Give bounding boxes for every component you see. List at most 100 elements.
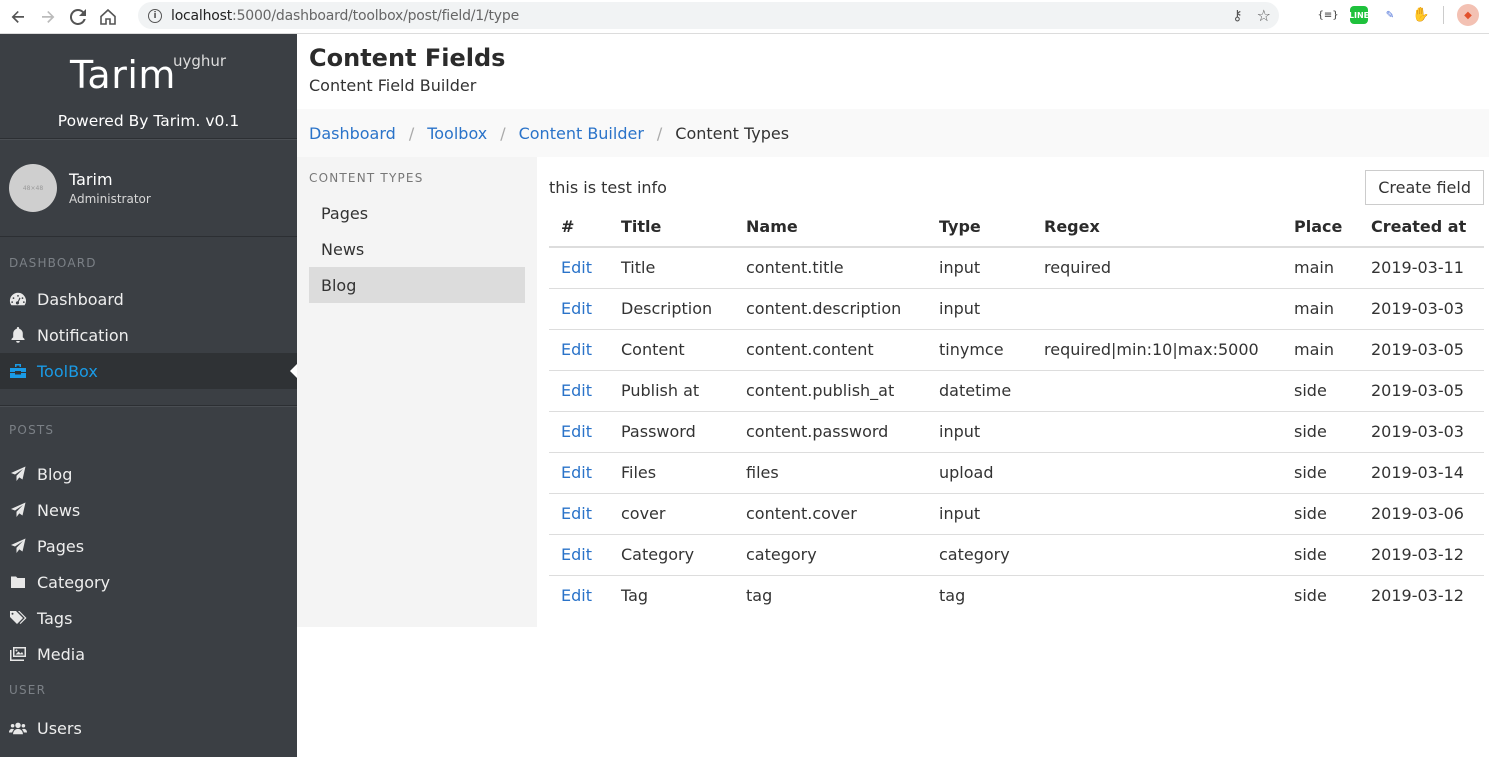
create-field-button[interactable]: Create field xyxy=(1365,169,1484,205)
sidebar-item-users[interactable]: Users xyxy=(0,710,297,746)
cell-actions: Edit xyxy=(549,534,609,576)
sidebar-item-tags[interactable]: Tags xyxy=(0,600,297,636)
home-button[interactable] xyxy=(96,5,120,29)
profile-avatar-icon[interactable]: ◆ xyxy=(1457,4,1479,26)
content-type-news[interactable]: News xyxy=(309,231,525,267)
cell-name: content.cover xyxy=(734,493,927,535)
sidebar-item-dashboard[interactable]: Dashboard xyxy=(0,281,297,317)
table-row: Edit Files files upload side 2019-03-14 xyxy=(549,452,1484,494)
eyedropper-extension-icon[interactable]: ✎ xyxy=(1381,6,1399,24)
back-button[interactable] xyxy=(6,5,30,29)
column-header-number: # xyxy=(549,207,609,248)
edit-link[interactable]: Edit xyxy=(561,545,592,564)
cell-place: side xyxy=(1282,493,1359,535)
edit-link[interactable]: Edit xyxy=(561,258,592,277)
line-extension-icon[interactable]: LINE xyxy=(1349,6,1369,24)
breadcrumb-separator: / xyxy=(500,123,506,143)
section-label-dashboard: DASHBOARD xyxy=(9,256,97,270)
cell-actions: Edit xyxy=(549,288,609,330)
sidebar-item-news[interactable]: News xyxy=(0,492,297,528)
cell-title: Category xyxy=(609,534,734,576)
cell-regex xyxy=(1032,452,1282,494)
sidebar-item-label: News xyxy=(37,500,81,520)
cell-name: content.title xyxy=(734,247,927,289)
cell-created-at: 2019-03-03 xyxy=(1359,411,1484,453)
sidebar-item-pages[interactable]: Pages xyxy=(0,528,297,564)
reload-button[interactable] xyxy=(66,5,90,29)
edit-link[interactable]: Edit xyxy=(561,422,592,441)
content-types-heading: CONTENT TYPES xyxy=(309,171,424,185)
column-header-created-at: Created at xyxy=(1359,207,1484,248)
fields-table: # Title Name Type Regex Place Created at… xyxy=(549,207,1484,616)
breadcrumb-dashboard[interactable]: Dashboard xyxy=(309,124,396,143)
edit-link[interactable]: Edit xyxy=(561,340,592,359)
powered-by-text: Powered By Tarim. v0.1 xyxy=(57,112,240,130)
cell-regex: required|min:10|max:5000 xyxy=(1032,329,1282,371)
content-type-pages[interactable]: Pages xyxy=(309,195,525,231)
url-host: localhost xyxy=(171,7,233,24)
cell-place: side xyxy=(1282,534,1359,576)
images-icon xyxy=(8,645,28,663)
edit-link[interactable]: Edit xyxy=(561,299,592,318)
cell-regex: required xyxy=(1032,247,1282,289)
json-extension-icon[interactable]: {≡} xyxy=(1317,6,1338,24)
sidebar-item-toolbox[interactable]: ToolBox xyxy=(0,353,297,389)
user-panel: 48×48 Tarim Administrator xyxy=(0,139,297,237)
paper-plane-icon xyxy=(8,501,28,519)
cell-type: input xyxy=(927,247,1032,289)
url-text: localhost:5000/dashboard/toolbox/post/fi… xyxy=(171,8,519,24)
edit-link[interactable]: Edit xyxy=(561,504,592,523)
cell-created-at: 2019-03-12 xyxy=(1359,534,1484,576)
sidebar-item-label: Notification xyxy=(37,325,129,345)
sidebar-item-label: Pages xyxy=(37,536,85,556)
breadcrumb-toolbox[interactable]: Toolbox xyxy=(427,124,487,143)
sidebar-item-label: Users xyxy=(37,718,82,738)
toolbox-icon xyxy=(8,362,28,380)
paper-plane-icon xyxy=(8,537,28,555)
edit-link[interactable]: Edit xyxy=(561,463,592,482)
sidebar-item-label: Tags xyxy=(37,608,73,628)
column-header-regex: Regex xyxy=(1032,207,1282,248)
cell-type: tinymce xyxy=(927,329,1032,371)
user-role: Administrator xyxy=(69,192,151,206)
key-icon[interactable]: ⚷ xyxy=(1232,8,1242,24)
cell-title: Password xyxy=(609,411,734,453)
column-header-title: Title xyxy=(609,207,734,248)
cell-type: input xyxy=(927,288,1032,330)
sidebar-item-notification[interactable]: Notification xyxy=(0,317,297,353)
forward-button[interactable] xyxy=(36,5,60,29)
sidebar-item-media[interactable]: Media xyxy=(0,636,297,672)
cell-place: main xyxy=(1282,247,1359,289)
fields-table-area: this is test info Create field # Title N… xyxy=(537,157,1489,627)
cell-title: Files xyxy=(609,452,734,494)
cell-actions: Edit xyxy=(549,411,609,453)
sidebar-item-blog[interactable]: Blog xyxy=(0,456,297,492)
cell-name: category xyxy=(734,534,927,576)
breadcrumb-content-builder[interactable]: Content Builder xyxy=(519,124,644,143)
section-label-user: USER xyxy=(9,683,47,697)
edit-link[interactable]: Edit xyxy=(561,381,592,400)
breadcrumb-current: Content Types xyxy=(675,123,790,143)
cell-name: content.content xyxy=(734,329,927,371)
info-text: this is test info xyxy=(549,177,667,197)
gnome-extension-icon[interactable]: ✋ xyxy=(1412,6,1430,24)
breadcrumb: Dashboard / Toolbox / Content Builder / … xyxy=(297,109,1489,157)
cell-title: cover xyxy=(609,493,734,535)
page-subtitle: Content Field Builder xyxy=(309,76,477,95)
folder-icon xyxy=(8,573,28,591)
address-bar[interactable]: i localhost:5000/dashboard/toolbox/post/… xyxy=(138,2,1279,29)
tags-icon xyxy=(8,609,28,627)
cell-created-at: 2019-03-03 xyxy=(1359,288,1484,330)
edit-link[interactable]: Edit xyxy=(561,586,592,605)
star-icon[interactable]: ☆ xyxy=(1257,6,1271,25)
info-icon[interactable]: i xyxy=(148,8,162,23)
content-type-blog[interactable]: Blog xyxy=(309,267,525,303)
cell-title: Title xyxy=(609,247,734,289)
brand-name[interactable]: Tarim xyxy=(70,53,176,97)
sidebar-divider xyxy=(0,405,297,407)
arrow-left-icon xyxy=(11,10,24,23)
avatar[interactable]: 48×48 xyxy=(9,164,57,212)
sidebar-item-category[interactable]: Category xyxy=(0,564,297,600)
table-header-row: # Title Name Type Regex Place Created at xyxy=(549,207,1484,248)
sidebar-item-label: Media xyxy=(37,644,86,664)
